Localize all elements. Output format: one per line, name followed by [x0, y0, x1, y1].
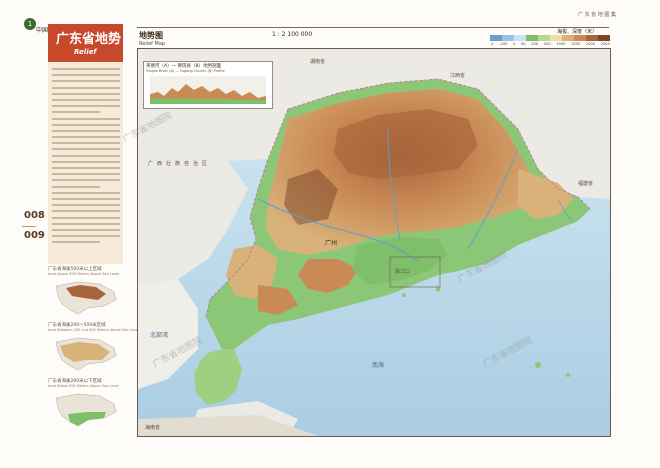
legend-swatch	[526, 35, 538, 41]
legend-swatch	[502, 35, 514, 41]
legend-tick: 500	[543, 42, 551, 46]
thumbnail-map-low	[55, 393, 117, 427]
chapter-number: 1	[24, 18, 36, 30]
thumb-caption-en-3: Area Below 200 Meters Above Sea Level	[48, 384, 119, 388]
map-title: 地势图	[139, 31, 163, 40]
label-zhuhai: 珠江口	[395, 269, 411, 275]
legend-swatch	[598, 35, 610, 41]
map-header-rule	[137, 27, 609, 28]
label-beibu: 北部湾	[150, 332, 169, 339]
legend-tick: -5	[490, 42, 494, 46]
legend-swatch	[586, 35, 598, 41]
legend-tick: 1000	[556, 42, 566, 46]
map-scale: 1 : 2 100 000	[272, 31, 313, 38]
legend-tick: 0	[513, 42, 516, 46]
legend-swatch	[538, 35, 550, 41]
thumb-caption-en-2: Area Between 200 and 500 Meters Above Se…	[48, 328, 139, 332]
legend-title: 海拔、深度（米）	[557, 29, 598, 35]
elevation-legend	[490, 35, 610, 41]
map-subtitle: Relief Map	[139, 41, 166, 47]
thumbnail-map-mid	[55, 337, 117, 371]
legend-tick: 2500	[600, 42, 610, 46]
legend-tick: 1500	[571, 42, 581, 46]
legend-swatch	[562, 35, 574, 41]
label-jiangxi: 江西省	[450, 73, 466, 79]
thumbnail-map-high	[55, 281, 117, 315]
legend-tick: 200	[531, 42, 539, 46]
page-number-right: 009	[24, 230, 45, 241]
label-guangzhou: 广州	[325, 240, 338, 247]
legend-swatch	[514, 35, 526, 41]
page-divider	[22, 226, 36, 227]
sidebar-body-text	[52, 68, 120, 247]
label-hunan: 湖南省	[310, 59, 326, 65]
legend-tick: -200	[499, 42, 508, 46]
label-guangxi: 广西壮族自治区	[148, 161, 212, 167]
label-hainan: 海南省	[145, 425, 161, 431]
legend-tick: 50	[521, 42, 526, 46]
sidebar-subtitle: Relief	[74, 48, 97, 56]
legend-tick: 2000	[585, 42, 596, 46]
atlas-header: 广 东 省 地 图 集	[578, 12, 616, 18]
page-number-left: 008	[24, 210, 45, 221]
label-nanhai: 南海	[372, 362, 385, 369]
thumb-caption-en-1: Area Above 500 Meters Above Sea Level	[48, 272, 120, 276]
profile-subtitle: Yingde River (A) — Fogang County (B) Pro…	[146, 69, 225, 73]
legend-swatch	[550, 35, 562, 41]
legend-swatch	[490, 35, 502, 41]
legend-ticks: -5 -200 0 50 200 500 1000 1500 2000 2500	[490, 42, 610, 46]
atlas-page: 1 中国 008 009 广东省地势 Relief 广东省海拔500米以上区域 …	[0, 0, 660, 468]
label-fujian: 福建省	[578, 181, 594, 187]
legend-swatch	[574, 35, 586, 41]
chapter-section: 中国	[36, 27, 49, 34]
sidebar-title: 广东省地势	[56, 32, 122, 47]
